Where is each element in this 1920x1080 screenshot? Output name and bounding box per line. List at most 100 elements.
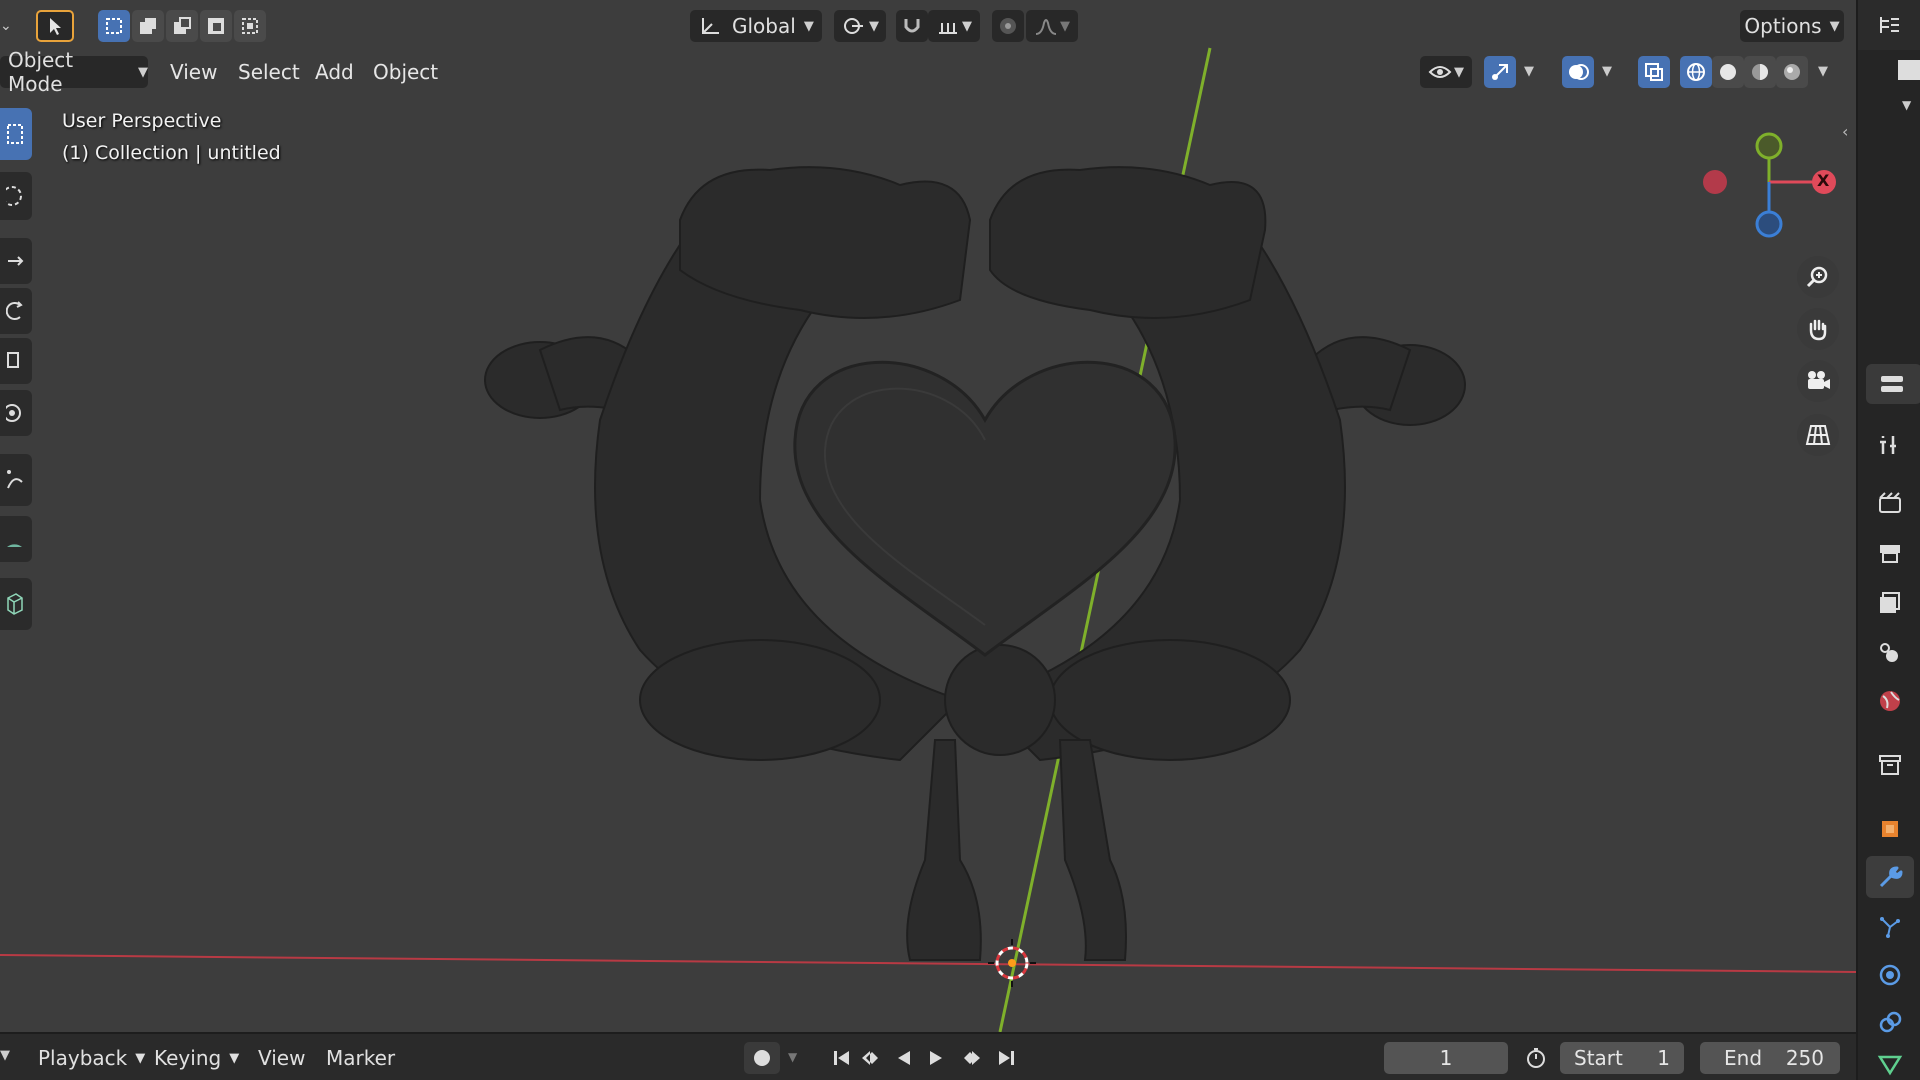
keying-menu[interactable]: Keying ▼	[146, 1042, 247, 1074]
ortho-toggle-button[interactable]	[1797, 414, 1839, 456]
render-icon	[1879, 492, 1901, 513]
jump-start-icon	[834, 1051, 849, 1065]
sidebar-toggle-icon[interactable]: ‹	[1842, 122, 1848, 141]
auto-keying-toggle[interactable]	[744, 1042, 780, 1074]
play-reverse-button[interactable]	[888, 1042, 920, 1074]
end-frame-field[interactable]: End 250	[1700, 1042, 1840, 1074]
tab-tool[interactable]	[1866, 424, 1914, 466]
properties-editor-icon	[1881, 376, 1903, 392]
outliner-icon	[1880, 17, 1899, 33]
scale-tool[interactable]	[0, 338, 32, 384]
cursor-tool[interactable]	[0, 172, 32, 220]
menu-view[interactable]: View	[162, 56, 225, 88]
shading-material-button[interactable]	[1744, 56, 1776, 88]
object-mode-dropdown[interactable]: Object Mode ▼	[0, 48, 148, 96]
scale-icon	[7, 352, 19, 368]
proportional-falloff-dropdown[interactable]: ▼	[1026, 10, 1078, 42]
annotate-icon	[7, 470, 23, 489]
shading-wireframe-button[interactable]	[1680, 56, 1712, 88]
options-dropdown[interactable]: Options ▼	[1740, 10, 1844, 42]
annotate-tool[interactable]	[0, 454, 32, 506]
measure-tool[interactable]	[0, 516, 32, 562]
object-mode-label: Object Mode	[8, 48, 74, 96]
outliner-filter-icon[interactable]	[1898, 60, 1920, 80]
keying-set-dropdown-icon[interactable]: ▼	[788, 1050, 797, 1064]
visibility-dropdown[interactable]: ▼	[1420, 56, 1472, 88]
outliner-expand-icon[interactable]: ▼	[1902, 98, 1911, 112]
jump-to-start-button[interactable]	[826, 1042, 858, 1074]
tab-output[interactable]	[1866, 532, 1914, 574]
shading-rendered-button[interactable]	[1776, 56, 1808, 88]
overlays-toggle[interactable]	[1562, 56, 1594, 88]
menu-select[interactable]: Select	[230, 56, 308, 88]
chevron-down-icon: ▼	[1454, 64, 1464, 80]
physics-icon	[1879, 964, 1901, 986]
play-button[interactable]	[920, 1042, 952, 1074]
move-tool[interactable]	[0, 238, 32, 284]
marker-menu[interactable]: Marker	[318, 1042, 403, 1074]
menu-add[interactable]: Add	[307, 56, 362, 88]
menu-object[interactable]: Object	[365, 56, 446, 88]
pan-button[interactable]	[1797, 308, 1839, 350]
shading-dropdown-icon[interactable]: ▼	[1818, 64, 1828, 79]
tab-data[interactable]	[1866, 1048, 1914, 1080]
tab-render[interactable]	[1866, 482, 1914, 524]
tool-select-button[interactable]	[36, 10, 74, 42]
shading-solid-button[interactable]	[1712, 56, 1744, 88]
gizmo-toggle[interactable]	[1484, 56, 1516, 88]
next-keyframe-icon	[964, 1051, 980, 1065]
tab-object[interactable]	[1866, 808, 1914, 850]
3d-viewport[interactable]: ⌄ Global ▼ ▼ ▼ ▼ Options ▼ Object Mode ▼…	[0, 0, 1856, 1032]
select-intersect-button[interactable]	[234, 10, 266, 42]
select-extend-button[interactable]	[132, 10, 164, 42]
pivot-point-dropdown[interactable]: ▼	[834, 10, 886, 42]
tab-world[interactable]	[1866, 680, 1914, 722]
tab-scene[interactable]	[1866, 632, 1914, 674]
tab-physics[interactable]	[1866, 954, 1914, 996]
rotate-tool[interactable]	[0, 288, 32, 334]
xray-toggle[interactable]	[1638, 56, 1670, 88]
tab-particles[interactable]	[1866, 906, 1914, 948]
add-cube-tool[interactable]	[0, 578, 32, 630]
eye-icon	[1428, 66, 1452, 78]
tab-view-layer[interactable]	[1866, 582, 1914, 624]
xray-icon	[1645, 63, 1663, 81]
snap-toggle[interactable]	[896, 10, 928, 42]
current-frame-field[interactable]: 1	[1384, 1042, 1508, 1074]
select-new-icon	[106, 18, 122, 34]
camera-view-button[interactable]	[1797, 360, 1839, 402]
select-box-icon	[7, 124, 23, 144]
orientation-axes-icon	[702, 18, 719, 34]
timeline-editor-dropdown-icon[interactable]: ▼	[0, 1048, 10, 1063]
transform-tool[interactable]	[0, 390, 32, 436]
select-invert-button[interactable]	[200, 10, 232, 42]
editor-type-button[interactable]	[1866, 364, 1920, 404]
tab-collection[interactable]	[1866, 744, 1914, 786]
start-label: Start	[1574, 1046, 1623, 1070]
header-collapse-icon[interactable]: ⌄	[0, 18, 12, 34]
playback-menu[interactable]: Playback ▼	[30, 1042, 153, 1074]
select-new-button[interactable]	[98, 10, 130, 42]
proportional-edit-toggle[interactable]	[992, 10, 1024, 42]
use-preview-range-toggle[interactable]	[1518, 1042, 1554, 1074]
outliner-header[interactable]	[1858, 0, 1920, 50]
tab-modifiers[interactable]	[1866, 856, 1914, 898]
overlays-dropdown-icon[interactable]: ▼	[1602, 64, 1612, 79]
neg-x-axis-handle	[1703, 170, 1727, 194]
select-subtract-button[interactable]	[166, 10, 198, 42]
zoom-button[interactable]	[1797, 256, 1839, 298]
perspective-label: User Perspective	[62, 110, 222, 132]
start-frame-field[interactable]: Start 1	[1560, 1042, 1684, 1074]
jump-next-keyframe-button[interactable]	[954, 1042, 986, 1074]
transform-orientation-dropdown[interactable]: Global ▼	[690, 10, 822, 42]
gizmo-dropdown-icon[interactable]: ▼	[1524, 64, 1534, 79]
transform-icon	[6, 404, 21, 422]
select-box-tool[interactable]	[0, 108, 32, 160]
pivot-icon	[844, 18, 863, 34]
tool-shelf	[0, 108, 34, 688]
jump-prev-keyframe-button[interactable]	[856, 1042, 888, 1074]
timeline-view-menu[interactable]: View	[250, 1042, 313, 1074]
tab-constraints[interactable]	[1866, 1002, 1914, 1044]
jump-to-end-button[interactable]	[990, 1042, 1022, 1074]
snap-target-dropdown[interactable]: ▼	[928, 10, 980, 42]
